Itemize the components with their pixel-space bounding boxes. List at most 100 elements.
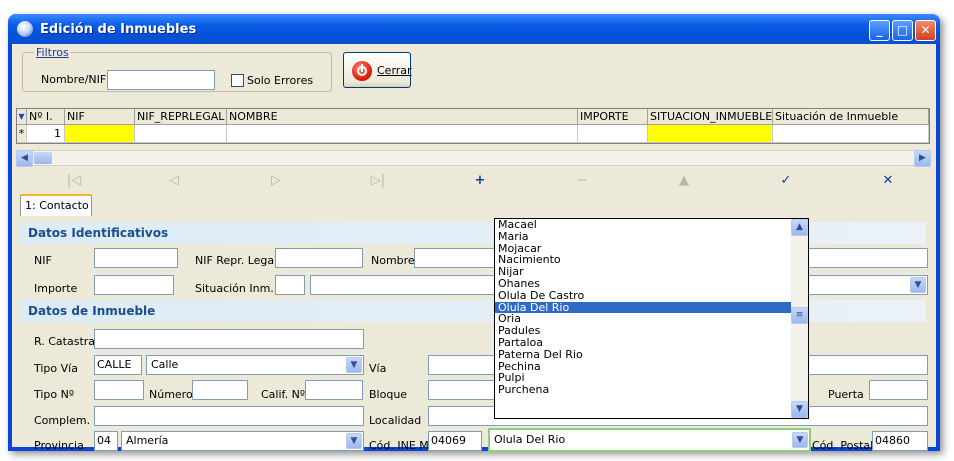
tipo-num-input[interactable] xyxy=(94,380,144,400)
col-header-nif[interactable]: NIF xyxy=(65,109,135,125)
nav-delete-icon[interactable]: − xyxy=(572,173,592,189)
app-icon xyxy=(17,21,33,37)
cell-nombre[interactable] xyxy=(227,125,578,143)
cell-situacion-desc[interactable] xyxy=(773,125,929,143)
list-item[interactable]: Macael xyxy=(495,219,808,231)
list-item[interactable]: Olula De Castro xyxy=(495,289,808,302)
provincia-value: Almería xyxy=(126,434,169,447)
nav-post-icon[interactable]: ✓ xyxy=(776,173,796,189)
cod-ine-label: Cód. INE M. xyxy=(369,439,433,452)
provincia-code-input[interactable]: 04 xyxy=(94,431,118,451)
solo-errores-label: Solo Errores xyxy=(247,74,314,87)
app-window: Edición de Inmuebles _ □ ✕ Nombre/NIF So… xyxy=(8,14,940,452)
list-item[interactable]: Maria xyxy=(495,230,808,243)
cell-situacion[interactable] xyxy=(648,125,773,143)
chevron-down-icon[interactable]: ▼ xyxy=(910,277,926,293)
list-scroll-thumb[interactable]: ≡ xyxy=(791,307,808,324)
col-header-situacion-desc[interactable]: Situación de Inmueble xyxy=(773,109,929,125)
close-window-button[interactable]: ✕ xyxy=(915,20,936,41)
cod-ine-input[interactable]: 04069 xyxy=(428,431,482,451)
nav-first-icon[interactable]: |◁ xyxy=(64,173,84,189)
scroll-left-icon[interactable]: ◀ xyxy=(16,150,33,167)
scroll-right-icon[interactable]: ▶ xyxy=(914,150,931,167)
nif-input[interactable] xyxy=(94,248,178,268)
localidad-label: Localidad xyxy=(369,414,422,427)
cell-nif-reprlegal[interactable] xyxy=(135,125,227,143)
data-grid[interactable]: ▼ Nº I. NIF NIF_REPRLEGAL NOMBRE IMPORTE… xyxy=(16,108,930,144)
nav-cancel-icon[interactable]: ✕ xyxy=(878,173,898,189)
cerrar-label: Cerrar xyxy=(377,64,412,77)
importe-label: Importe xyxy=(34,282,78,295)
title-bar[interactable]: Edición de Inmuebles _ □ ✕ xyxy=(8,14,940,44)
list-item[interactable]: Oria xyxy=(495,313,808,325)
nav-edit-icon[interactable]: ▲ xyxy=(674,173,694,189)
chevron-down-icon[interactable]: ▼ xyxy=(346,433,362,449)
tipo-via-value: Calle xyxy=(151,358,179,371)
provincia-select[interactable]: Almería ▼ xyxy=(121,431,364,451)
situacion-label: Situación Inm. xyxy=(195,282,274,295)
nav-last-icon[interactable]: ▷| xyxy=(368,173,388,189)
cerrar-button[interactable]: Cerrar xyxy=(343,52,412,88)
list-item[interactable]: Ohanes xyxy=(495,278,808,290)
puerta-label: Puerta xyxy=(828,388,864,401)
minimize-button[interactable]: _ xyxy=(869,20,890,41)
nombre-nif-input[interactable] xyxy=(107,70,215,90)
col-header-importe[interactable]: IMPORTE xyxy=(578,109,648,125)
tipo-num-label: Tipo Nº xyxy=(34,388,75,401)
list-item[interactable]: Paterna Del Rio xyxy=(495,348,808,361)
col-header-nif-reprlegal[interactable]: NIF_REPRLEGAL xyxy=(135,109,227,125)
row-indicator: * xyxy=(17,125,27,143)
list-item[interactable]: Partaloa xyxy=(495,337,808,349)
list-item[interactable]: Pechina xyxy=(495,360,808,373)
maximize-button[interactable]: □ xyxy=(892,20,913,41)
solo-errores-checkbox[interactable] xyxy=(231,74,244,87)
nif-repr-input[interactable] xyxy=(275,248,363,268)
scroll-down-icon[interactable]: ▼ xyxy=(791,401,808,418)
list-item[interactable]: Olula Del Rio xyxy=(495,301,808,314)
window-title: Edición de Inmuebles xyxy=(40,22,197,37)
scroll-up-icon[interactable]: ▲ xyxy=(791,219,808,236)
tipo-via-select[interactable]: Calle ▼ xyxy=(146,355,364,375)
nav-prior-icon[interactable]: ◁ xyxy=(164,173,184,189)
nif-label: NIF xyxy=(34,254,52,267)
cod-postal-input[interactable]: 04860 xyxy=(872,431,928,451)
puerta-input[interactable] xyxy=(869,380,928,400)
numero-input[interactable] xyxy=(192,380,248,400)
municipio-select[interactable]: Olula Del Rio ▼ xyxy=(488,428,811,452)
nif-repr-label: NIF Repr. Legal xyxy=(195,254,278,267)
filters-legend: Filtros xyxy=(34,46,71,59)
nombre-label: Nombre xyxy=(371,254,415,267)
complem-input[interactable] xyxy=(94,406,364,426)
nav-insert-icon[interactable]: + xyxy=(470,173,490,189)
situacion-code-input[interactable] xyxy=(275,275,305,295)
ref-catastral-input[interactable] xyxy=(94,329,364,349)
municipio-value: Olula Del Rio xyxy=(494,433,566,446)
tab-contacto[interactable]: 1: Contacto xyxy=(20,194,92,216)
list-item[interactable]: Nijar xyxy=(495,266,808,278)
scroll-thumb[interactable] xyxy=(34,152,52,164)
col-header-nombre[interactable]: NOMBRE xyxy=(227,109,578,125)
col-header-situacion[interactable]: SITUACION_INMUEBLE xyxy=(648,109,773,125)
nombre-nif-label: Nombre/NIF xyxy=(41,73,107,86)
list-item[interactable]: Nacimiento xyxy=(495,254,808,266)
calif-input[interactable] xyxy=(305,380,363,400)
chevron-down-icon[interactable]: ▼ xyxy=(792,432,808,448)
sort-indicator-icon: ▼ xyxy=(17,109,27,125)
nav-next-icon[interactable]: ▷ xyxy=(266,173,286,189)
cell-num[interactable]: 1 xyxy=(27,125,65,143)
list-item[interactable]: Purchena xyxy=(495,384,808,396)
complem-label: Complem. xyxy=(34,414,91,427)
tipo-via-label: Tipo Vía xyxy=(34,362,78,375)
importe-input[interactable] xyxy=(94,275,174,295)
municipio-dropdown-list[interactable]: Macael Maria Mojacar Nacimiento Nijar Ohanes O… xyxy=(494,218,809,419)
cod-postal-label: Cód. Postal xyxy=(812,439,874,452)
tipo-via-code-input[interactable]: CALLE xyxy=(94,355,142,375)
col-header-num[interactable]: Nº I. xyxy=(27,109,65,125)
horizontal-scrollbar[interactable]: ◀ ▶ xyxy=(16,150,931,167)
via-label: Vía xyxy=(369,362,387,375)
cell-importe[interactable] xyxy=(578,125,648,143)
cell-nif[interactable] xyxy=(65,125,135,143)
chevron-down-icon[interactable]: ▼ xyxy=(346,357,362,373)
list-scrollbar[interactable]: ▲ ≡ ▼ xyxy=(791,219,808,418)
provincia-label: Provincia xyxy=(34,439,84,452)
